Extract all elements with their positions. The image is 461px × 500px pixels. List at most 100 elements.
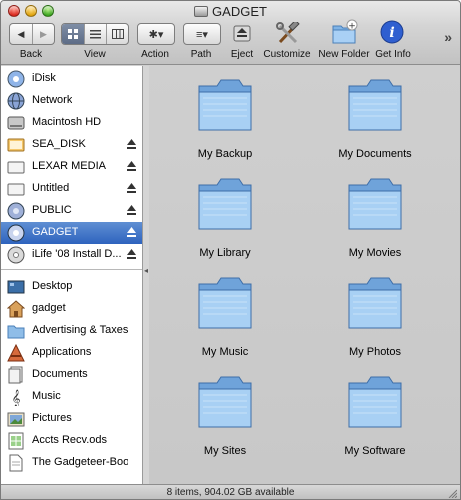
sidebar-item-label: LEXAR MEDIA [32,160,106,172]
home-icon [7,300,25,318]
icon-view-icon [67,28,78,39]
eject-icon[interactable] [127,183,136,194]
folder-icon [7,325,25,339]
sidebar-item-macintosh-hd[interactable]: Macintosh HD [1,112,142,134]
sidebar-item-label: Music [32,390,61,402]
folder-item[interactable]: My Software [315,373,435,463]
sidebar-item-label: iDisk [32,72,56,84]
eject-icon[interactable] [127,139,136,150]
folder-item[interactable]: My Documents [315,76,435,166]
folder-item[interactable]: My Movies [315,175,435,265]
folder-item[interactable]: My Backup [165,76,285,166]
sidebar-item-desktop[interactable]: Desktop [1,276,142,298]
customize-label: Customize [263,49,311,60]
tools-icon [276,22,300,44]
toolbar-overflow-button[interactable]: » [444,29,452,45]
svg-text:i: i [389,25,394,41]
sidebar-item-public[interactable]: PUBLIC [1,200,142,222]
sidebar-item-sea-disk[interactable]: SEA_DISK [1,134,142,156]
column-view-button[interactable] [106,24,128,44]
folder-icon [198,178,252,230]
eject-button[interactable] [227,21,257,47]
eject-icon [233,25,251,42]
network-drive-icon [7,224,25,242]
folder-item[interactable]: My Photos [315,274,435,364]
sidebar-item-gadget-volume[interactable]: GADGET [1,222,142,244]
sidebar-item-ilife-install-dvd[interactable]: iLife '08 Install D... [1,244,142,266]
finder-window: GADGET ◀ ▶ Back View ✱▾ Action ≡▾ Path E… [0,0,461,500]
sidebar-item-network[interactable]: Network [1,90,142,112]
sidebar-item-music[interactable]: 𝄞 Music [1,386,142,408]
icon-view-button[interactable] [62,24,84,44]
eject-icon[interactable] [127,161,136,172]
sidebar-item-gadgeteer-book[interactable]: The Gadgeteer-Boo... [1,452,142,474]
status-bar: 8 items, 904.02 GB available [1,484,460,499]
music-icon: 𝄞 [12,389,21,406]
resize-grip-icon[interactable] [447,488,457,498]
network-globe-icon [7,92,25,110]
new-folder-label: New Folder [318,49,370,60]
sidebar-item-label: SEA_DISK [32,138,86,150]
folder-label: My Movies [348,247,402,259]
customize-button[interactable] [273,21,303,47]
folder-item[interactable]: My Sites [165,373,285,463]
list-view-icon [90,30,101,39]
svg-text:𝄞: 𝄞 [12,389,21,406]
column-view-icon [111,29,124,39]
window-title: GADGET [1,4,460,19]
hard-drive-icon [7,116,25,130]
forward-button[interactable]: ▶ [32,24,54,44]
sidebar-item-label: GADGET [32,226,79,238]
back-button[interactable]: ◀ [10,24,32,44]
folder-label: My Backup [197,148,253,160]
sidebar-item-gadget-home[interactable]: gadget [1,298,142,320]
eject-icon[interactable] [127,249,136,260]
sidebar-item-untitled[interactable]: Untitled [1,178,142,200]
list-view-button[interactable] [84,24,106,44]
external-drive-icon [7,138,25,152]
removable-drive-icon [7,161,25,174]
applications-icon [7,344,25,362]
sidebar-item-label: Documents [32,368,88,380]
spreadsheet-icon [8,432,24,450]
get-info-button[interactable]: i [377,19,407,45]
network-drive-icon [7,202,25,220]
folder-icon [198,79,252,131]
sidebar-item-pictures[interactable]: Pictures [1,408,142,430]
document-file-icon [9,454,23,472]
sidebar-item-label: Pictures [32,412,72,424]
info-icon: i [380,20,404,44]
get-info-label: Get Info [375,49,411,60]
view-control [61,23,129,45]
folder-label: My Music [201,346,249,358]
folder-icon [348,79,402,131]
action-button[interactable]: ✱▾ [138,24,174,44]
sidebar-item-label: Macintosh HD [32,116,102,128]
sidebar-item-label: Advertising & Taxes [32,324,128,336]
sidebar-item-label: Untitled [32,182,70,194]
sidebar-item-advertising-taxes[interactable]: Advertising & Taxes [1,320,142,342]
eject-icon[interactable] [127,227,136,238]
dvd-icon [7,246,25,264]
sidebar-item-idisk[interactable]: iDisk [1,68,142,90]
folder-item[interactable]: My Library [165,175,285,265]
sidebar-item-lexar-media[interactable]: LEXAR MEDIA [1,156,142,178]
splitter-handle-icon[interactable]: ◂ [144,266,148,275]
sidebar-item-label: gadget [32,302,66,314]
folder-item[interactable]: My Music [165,274,285,364]
back-forward-control: ◀ ▶ [9,23,55,45]
sidebar-item-documents[interactable]: Documents [1,364,142,386]
folder-label: My Library [199,247,251,259]
new-folder-icon: + [332,19,358,44]
sidebar-item-label: Desktop [32,280,73,292]
sidebar-divider [1,269,142,270]
sidebar-item-applications[interactable]: Applications [1,342,142,364]
folder-label: My Sites [203,445,247,457]
path-icon: ≡▾ [196,28,208,41]
eject-icon[interactable] [127,205,136,216]
sidebar-item-accts-recv[interactable]: Accts Recv.ods [1,430,142,452]
path-button[interactable]: ≡▾ [184,24,220,44]
new-folder-button[interactable]: + [329,19,359,45]
drive-icon [194,6,209,17]
folder-icon [348,178,402,230]
